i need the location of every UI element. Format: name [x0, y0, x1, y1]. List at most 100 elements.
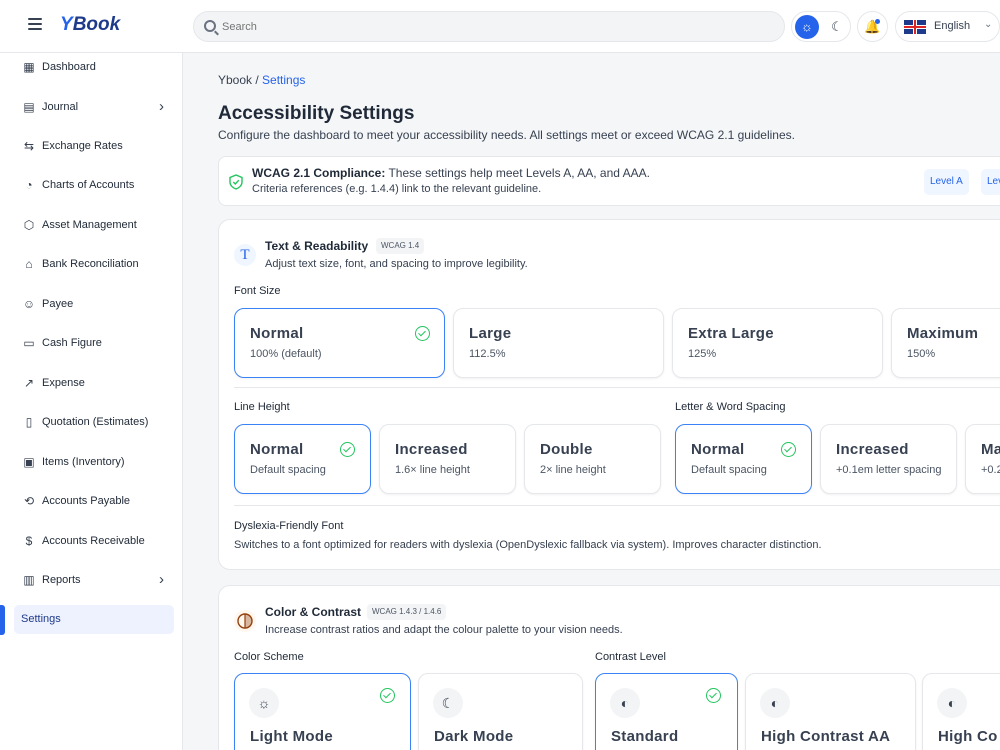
divider — [234, 505, 1000, 506]
spacing-option-increased[interactable]: Increased +0.1em letter spacing — [820, 424, 957, 494]
option-subtitle: 1.6× line height — [395, 464, 470, 476]
sidebar-item-cash-figure[interactable]: ▭ Cash Figure — [14, 329, 174, 358]
contrast-option-high-aaa[interactable]: ◐ High Co — [922, 673, 1000, 750]
sidebar-item-accounts-receivable[interactable]: $ Accounts Receivable — [14, 527, 174, 556]
color-scheme-option-light[interactable]: ☼ Light Mode — [234, 673, 411, 750]
inventory-icon: ▣ — [23, 455, 35, 469]
grid-icon: ▦ — [23, 60, 35, 74]
search-icon — [204, 20, 216, 32]
notification-bell-icon[interactable]: 🔔 — [857, 11, 888, 42]
sidebar-item-payee[interactable]: ☺ Payee — [14, 290, 174, 319]
breadcrumb: Ybook / Settings — [218, 73, 305, 87]
sidebar-item-quotation[interactable]: ▯ Quotation (Estimates) — [14, 408, 174, 437]
sidebar-item-label: Charts of Accounts — [42, 179, 135, 191]
contrast-icon: ◐ — [937, 688, 967, 718]
option-title: Ma — [981, 441, 1000, 458]
sidebar-item-expense[interactable]: ↗ Expense — [14, 369, 174, 398]
divider — [234, 387, 1000, 388]
wcag-compliance-banner: WCAG 2.1 Compliance: These settings help… — [218, 156, 1000, 206]
breadcrumb-current[interactable]: Settings — [262, 73, 305, 87]
theme-toggle: ☼ ☾ — [791, 11, 851, 42]
sidebar-item-asset-management[interactable]: ⬡ Asset Management — [14, 211, 174, 240]
section-description: Adjust text size, font, and spacing to i… — [265, 258, 528, 270]
sidebar-item-exchange-rates[interactable]: ⇆ Exchange Rates — [14, 132, 174, 161]
sidebar-item-label: Asset Management — [42, 219, 137, 231]
font-size-option-normal[interactable]: Normal 100% (default) — [234, 308, 445, 378]
option-title: Dark Mode — [434, 728, 514, 745]
sun-icon[interactable]: ☼ — [795, 15, 819, 39]
section-description: Increase contrast ratios and adapt the c… — [265, 624, 623, 636]
line-height-label: Line Height — [234, 401, 290, 413]
app-logo[interactable]: YBook — [60, 14, 120, 36]
active-indicator — [0, 605, 5, 635]
check-circle-icon — [781, 442, 796, 457]
option-title: Normal — [250, 441, 304, 458]
spacing-option-normal[interactable]: Normal Default spacing — [675, 424, 812, 494]
sidebar-item-settings[interactable]: Settings — [14, 605, 174, 634]
palette-icon — [234, 610, 256, 632]
search-input[interactable] — [222, 18, 762, 36]
sidebar-item-items-inventory[interactable]: ▣ Items (Inventory) — [14, 448, 174, 477]
color-contrast-card: Color & Contrast WCAG 1.4.3 / 1.4.6 Incr… — [218, 585, 1000, 750]
sidebar-item-accounts-payable[interactable]: ⟲ Accounts Payable — [14, 487, 174, 516]
option-title: Standard — [611, 728, 679, 745]
check-circle-icon — [380, 688, 395, 703]
search-bar — [193, 11, 785, 42]
font-size-option-maximum[interactable]: Maximum 150% — [891, 308, 1000, 378]
sidebar-item-journal[interactable]: ▤ Journal › — [14, 93, 174, 122]
font-size-option-extra-large[interactable]: Extra Large 125% — [672, 308, 883, 378]
menu-icon[interactable] — [28, 18, 42, 32]
option-subtitle: 112.5% — [469, 348, 506, 360]
option-subtitle: 100% (default) — [250, 348, 322, 360]
font-size-option-large[interactable]: Large 112.5% — [453, 308, 664, 378]
wcag-badge[interactable]: WCAG 1.4.3 / 1.4.6 — [367, 604, 447, 620]
book-icon: ▤ — [23, 100, 35, 114]
uk-flag-icon — [904, 20, 926, 34]
banner-text: WCAG 2.1 Compliance: These settings help… — [252, 166, 650, 180]
sidebar-item-label: Exchange Rates — [42, 140, 123, 152]
level-aa-badge[interactable]: Level AA — [981, 169, 1000, 195]
option-subtitle: +0.1em letter spacing — [836, 464, 942, 476]
option-title: Normal — [691, 441, 745, 458]
page-subtitle: Configure the dashboard to meet your acc… — [218, 128, 795, 142]
sidebar-item-label: Payee — [42, 298, 74, 310]
wcag-badge[interactable]: WCAG 1.4 — [376, 238, 425, 254]
option-title: Normal — [250, 325, 304, 342]
trend-icon: ↗ — [23, 376, 35, 390]
check-circle-icon — [340, 442, 355, 457]
option-subtitle: 2× line height — [540, 464, 606, 476]
contrast-icon: ◐ — [610, 688, 640, 718]
sidebar-item-bank-reconciliation[interactable]: ⌂ Bank Reconciliation — [14, 250, 174, 279]
option-subtitle: +0.2 — [981, 464, 1000, 476]
line-height-option-normal[interactable]: Normal Default spacing — [234, 424, 371, 494]
line-height-option-double[interactable]: Double 2× line height — [524, 424, 661, 494]
option-title: Extra Large — [688, 325, 774, 342]
level-a-badge[interactable]: Level A — [924, 169, 969, 195]
option-title: Large — [469, 325, 512, 342]
sidebar-item-label: Settings — [21, 613, 61, 625]
dollar-icon: $ — [25, 534, 33, 548]
spacing-option-maximum[interactable]: Ma +0.2 — [965, 424, 1000, 494]
moon-icon[interactable]: ☾ — [825, 15, 849, 39]
sidebar-item-dashboard[interactable]: ▦ Dashboard — [14, 53, 174, 82]
section-title: Text & Readability — [265, 239, 369, 253]
sidebar-item-label: Accounts Receivable — [42, 535, 145, 547]
chevron-down-icon: ⌄ — [984, 19, 993, 30]
bank-icon: ⌂ — [25, 257, 33, 271]
option-subtitle: 150% — [907, 348, 936, 360]
clipboard-icon: ▯ — [25, 415, 33, 429]
breadcrumb-root[interactable]: Ybook — [218, 73, 252, 87]
sidebar-item-charts-of-accounts[interactable]: ◔ Charts of Accounts — [14, 171, 174, 200]
pie-icon: ◔ — [25, 178, 33, 192]
sidebar-item-reports[interactable]: ▥ Reports › — [14, 566, 174, 595]
swap-icon: ⇆ — [23, 139, 35, 153]
sidebar-item-label: Accounts Payable — [42, 495, 131, 507]
language-selector[interactable]: English ⌄ — [895, 11, 1000, 42]
contrast-option-high-aa[interactable]: ◐ High Contrast AA — [745, 673, 916, 750]
option-title: Increased — [395, 441, 468, 458]
banner-note: Criteria references (e.g. 1.4.4) link to… — [252, 183, 542, 195]
line-height-option-increased[interactable]: Increased 1.6× line height — [379, 424, 516, 494]
bars-icon: ▥ — [23, 573, 35, 587]
color-scheme-option-dark[interactable]: ☾ Dark Mode — [418, 673, 583, 750]
contrast-option-standard[interactable]: ◐ Standard — [595, 673, 738, 750]
